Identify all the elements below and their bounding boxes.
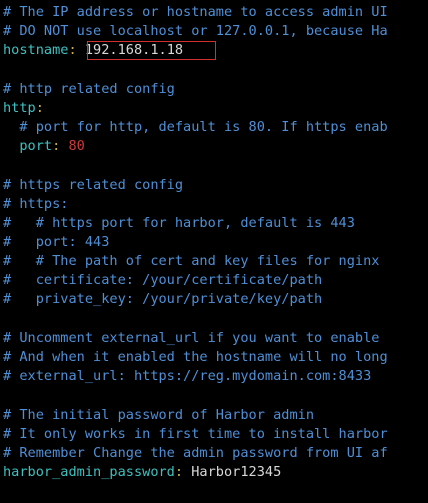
hostname-key: hostname bbox=[3, 42, 69, 58]
hostname-comment-1: # The IP address or hostname to access a… bbox=[3, 4, 388, 20]
hostname-highlight-box bbox=[87, 41, 216, 60]
external-url-comment-2: # And when it enabled the hostname will … bbox=[3, 349, 388, 365]
admin-comment-1: # The initial password of Harbor admin bbox=[3, 407, 314, 423]
http-port-value: 80 bbox=[68, 138, 85, 154]
hostname-colon: : bbox=[68, 42, 77, 58]
https-line: # https: bbox=[3, 196, 69, 212]
http-comment: # http related config bbox=[3, 81, 175, 97]
admin-password-value: Harbor12345 bbox=[191, 464, 282, 480]
http-port-key: port bbox=[3, 138, 53, 154]
hostname-comment-2: # DO NOT use localhost or 127.0.0.1, bec… bbox=[3, 23, 388, 39]
external-url-line: # external_url: https://reg.mydomain.com… bbox=[3, 368, 372, 384]
http-port-comment: # port for http, default is 80. If https… bbox=[3, 119, 388, 135]
private-key-line: # private_key: /your/private/key/path bbox=[3, 291, 323, 307]
admin-password-line: harbor_admin_password: Harbor12345 bbox=[3, 463, 281, 482]
http-port-line: port: 80 bbox=[3, 137, 85, 156]
https-comment: # https related config bbox=[3, 177, 184, 193]
admin-comment-3: # Remember Change the admin password fro… bbox=[3, 445, 388, 461]
certificate-line: # certificate: /your/certificate/path bbox=[3, 272, 323, 288]
terminal-editor[interactable]: # The IP address or hostname to access a… bbox=[0, 0, 428, 503]
https-port-line: # port: 443 bbox=[3, 234, 110, 250]
admin-password-colon: : bbox=[174, 464, 184, 480]
http-line: http: bbox=[3, 99, 44, 118]
admin-comment-2: # It only works in first time to install… bbox=[3, 426, 388, 442]
admin-password-key: harbor_admin_password bbox=[3, 464, 175, 480]
cert-path-comment: # # The path of cert and key files for n… bbox=[3, 253, 380, 269]
http-key: http bbox=[3, 100, 36, 116]
external-url-comment-1: # Uncomment external_url if you want to … bbox=[3, 330, 380, 346]
http-colon: : bbox=[35, 100, 44, 116]
https-port-comment: # # https port for harbor, default is 44… bbox=[3, 215, 355, 231]
